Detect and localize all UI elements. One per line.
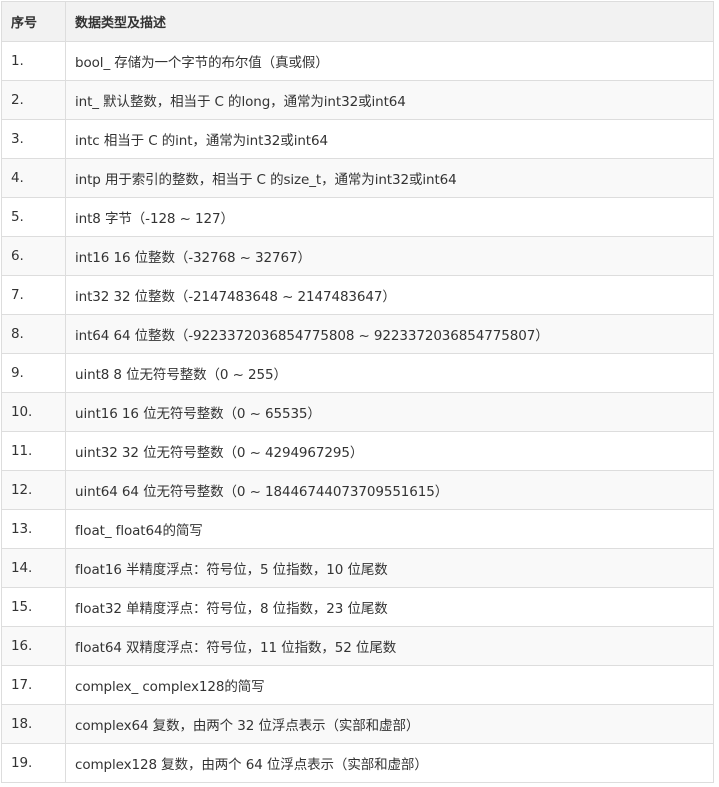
table-row: 5. int8 字节（-128 ~ 127） bbox=[1, 197, 714, 237]
row-index: 18. bbox=[1, 704, 66, 744]
row-description: uint64 64 位无符号整数（0 ~ 1844674407370955161… bbox=[65, 470, 714, 510]
table-row: 8. int64 64 位整数（-9223372036854775808 ~ 92… bbox=[1, 314, 714, 354]
table-row: 17. complex_ complex128的简写 bbox=[1, 665, 714, 705]
row-description: complex_ complex128的简写 bbox=[65, 665, 714, 705]
row-description: intc 相当于 C 的int，通常为int32或int64 bbox=[65, 119, 714, 159]
row-description: uint16 16 位无符号整数（0 ~ 65535） bbox=[65, 392, 714, 432]
table-row: 12. uint64 64 位无符号整数（0 ~ 1844674407370955… bbox=[1, 470, 714, 510]
header-index: 序号 bbox=[1, 1, 66, 42]
table-row: 16. float64 双精度浮点：符号位，11 位指数，52 位尾数 bbox=[1, 626, 714, 666]
row-index: 14. bbox=[1, 548, 66, 588]
row-index: 1. bbox=[1, 41, 66, 81]
data-types-table: 序号 数据类型及描述 1. bool_ 存储为一个字节的布尔值（真或假） 2. int… bbox=[1, 1, 714, 783]
table-row: 11. uint32 32 位无符号整数（0 ~ 4294967295） bbox=[1, 431, 714, 471]
table-row: 3. intc 相当于 C 的int，通常为int32或int64 bbox=[1, 119, 714, 159]
row-description: intp 用于索引的整数，相当于 C 的size_t，通常为int32或int6… bbox=[65, 158, 714, 198]
row-index: 16. bbox=[1, 626, 66, 666]
table-row: 7. int32 32 位整数（-2147483648 ~ 2147483647） bbox=[1, 275, 714, 315]
header-row: 序号 数据类型及描述 bbox=[1, 1, 714, 42]
row-description: float_ float64的简写 bbox=[65, 509, 714, 549]
row-description: int16 16 位整数（-32768 ~ 32767） bbox=[65, 236, 714, 276]
row-index: 15. bbox=[1, 587, 66, 627]
row-description: uint8 8 位无符号整数（0 ~ 255） bbox=[65, 353, 714, 393]
table-body: 1. bool_ 存储为一个字节的布尔值（真或假） 2. int_ 默认整数，相当于 … bbox=[1, 41, 714, 783]
row-description: uint32 32 位无符号整数（0 ~ 4294967295） bbox=[65, 431, 714, 471]
row-description: int32 32 位整数（-2147483648 ~ 2147483647） bbox=[65, 275, 714, 315]
row-description: float64 双精度浮点：符号位，11 位指数，52 位尾数 bbox=[65, 626, 714, 666]
row-index: 2. bbox=[1, 80, 66, 120]
row-index: 12. bbox=[1, 470, 66, 510]
row-description: int8 字节（-128 ~ 127） bbox=[65, 197, 714, 237]
row-index: 6. bbox=[1, 236, 66, 276]
data-types-table-container: 序号 数据类型及描述 1. bool_ 存储为一个字节的布尔值（真或假） 2. int… bbox=[1, 1, 714, 783]
table-row: 19. complex128 复数，由两个 64 位浮点表示（实部和虚部） bbox=[1, 743, 714, 783]
row-index: 3. bbox=[1, 119, 66, 159]
table-row: 15. float32 单精度浮点：符号位，8 位指数，23 位尾数 bbox=[1, 587, 714, 627]
table-row: 4. intp 用于索引的整数，相当于 C 的size_t，通常为int32或in… bbox=[1, 158, 714, 198]
table-row: 9. uint8 8 位无符号整数（0 ~ 255） bbox=[1, 353, 714, 393]
row-description: float16 半精度浮点：符号位，5 位指数，10 位尾数 bbox=[65, 548, 714, 588]
row-description: float32 单精度浮点：符号位，8 位指数，23 位尾数 bbox=[65, 587, 714, 627]
row-index: 19. bbox=[1, 743, 66, 783]
header-description: 数据类型及描述 bbox=[65, 1, 714, 42]
table-row: 13. float_ float64的简写 bbox=[1, 509, 714, 549]
row-description: bool_ 存储为一个字节的布尔值（真或假） bbox=[65, 41, 714, 81]
row-index: 9. bbox=[1, 353, 66, 393]
table-row: 18. complex64 复数，由两个 32 位浮点表示（实部和虚部） bbox=[1, 704, 714, 744]
table-row: 2. int_ 默认整数，相当于 C 的long，通常为int32或int64 bbox=[1, 80, 714, 120]
row-description: int_ 默认整数，相当于 C 的long，通常为int32或int64 bbox=[65, 80, 714, 120]
table-row: 6. int16 16 位整数（-32768 ~ 32767） bbox=[1, 236, 714, 276]
table-row: 10. uint16 16 位无符号整数（0 ~ 65535） bbox=[1, 392, 714, 432]
row-index: 13. bbox=[1, 509, 66, 549]
row-index: 10. bbox=[1, 392, 66, 432]
row-index: 17. bbox=[1, 665, 66, 705]
row-index: 8. bbox=[1, 314, 66, 354]
row-description: complex128 复数，由两个 64 位浮点表示（实部和虚部） bbox=[65, 743, 714, 783]
row-index: 11. bbox=[1, 431, 66, 471]
row-index: 4. bbox=[1, 158, 66, 198]
row-index: 5. bbox=[1, 197, 66, 237]
table-row: 14. float16 半精度浮点：符号位，5 位指数，10 位尾数 bbox=[1, 548, 714, 588]
table-row: 1. bool_ 存储为一个字节的布尔值（真或假） bbox=[1, 41, 714, 81]
row-description: complex64 复数，由两个 32 位浮点表示（实部和虚部） bbox=[65, 704, 714, 744]
table-header: 序号 数据类型及描述 bbox=[1, 1, 714, 42]
row-index: 7. bbox=[1, 275, 66, 315]
row-description: int64 64 位整数（-9223372036854775808 ~ 9223… bbox=[65, 314, 714, 354]
